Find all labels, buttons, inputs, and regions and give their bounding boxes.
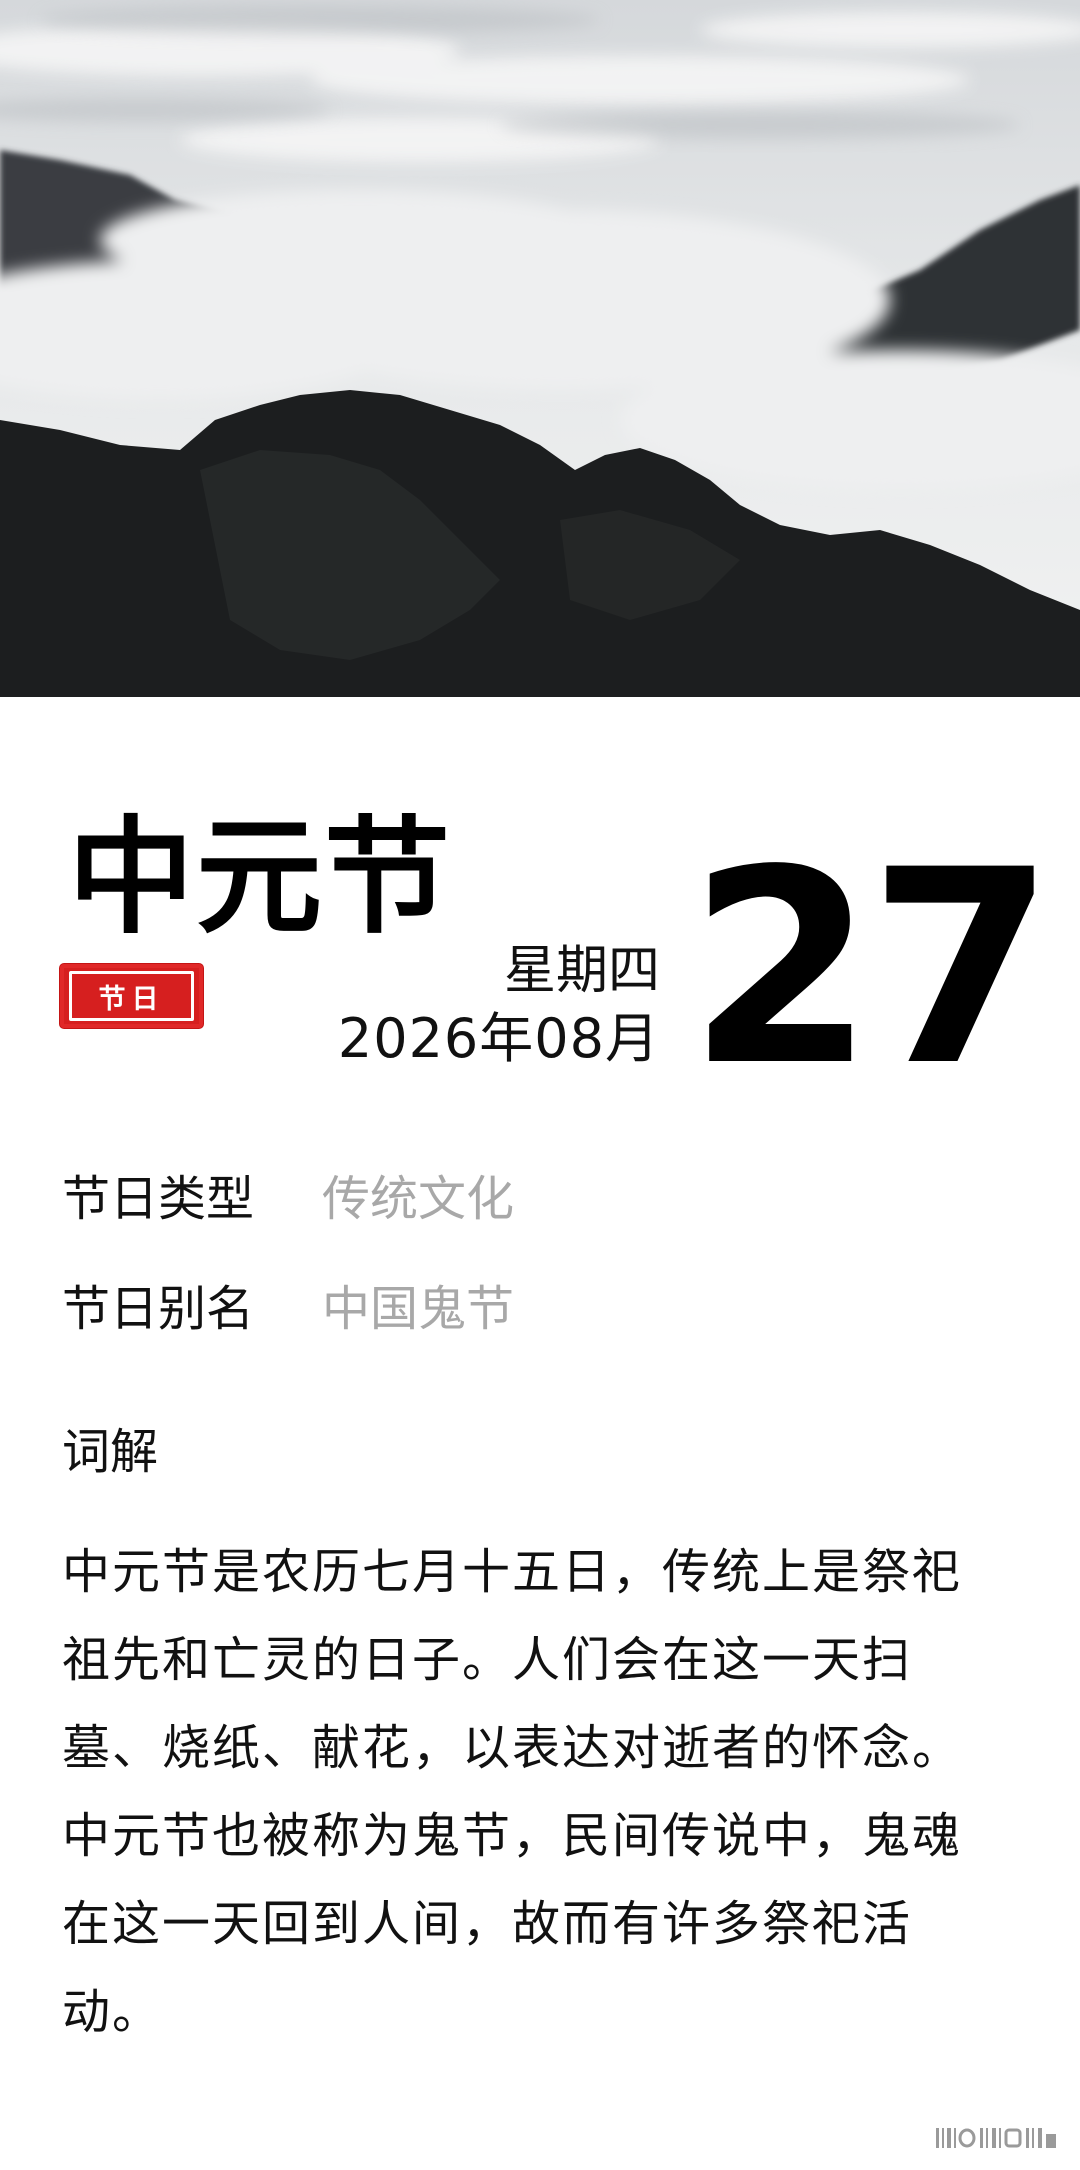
weekday: 星期四 — [503, 941, 660, 1001]
day-number: 27 — [688, 813, 1055, 1125]
festival-name: 中元节 — [68, 804, 452, 951]
year-month: 2026年08月 — [337, 1007, 660, 1070]
explanation-line: 墓、烧纸、献花，以表达对逝者的怀念。 — [62, 1720, 963, 1776]
alias-value: 中国鬼节 — [322, 1281, 515, 1337]
explanation-heading: 词解 — [62, 1424, 159, 1480]
explanation-line: 祖先和亡灵的日子。人们会在这一天扫 — [62, 1632, 913, 1688]
seal-label: 节日 — [98, 983, 165, 1015]
type-label: 节日类型 — [62, 1171, 255, 1227]
alias-label: 节日别名 — [62, 1281, 255, 1337]
explanation-body: 中元节是农历七月十五日，传统上是祭祀 祖先和亡灵的日子。人们会在这一天扫 墓、烧… — [62, 1528, 1022, 2056]
explanation-line: 动。 — [62, 1984, 163, 2040]
explanation-line: 中元节是农历七月十五日，传统上是祭祀 — [62, 1544, 963, 1600]
festival-seal-badge: 节日 — [60, 964, 203, 1028]
hero-landscape-image — [0, 0, 1080, 697]
explanation-line: 中元节也被称为鬼节，民间传说中，鬼魂 — [62, 1808, 963, 1864]
info-row-alias: 节日别名 中国鬼节 — [62, 1285, 514, 1333]
explanation-line: 在这一天回到人间，故而有许多祭祀活 — [62, 1896, 913, 1952]
info-row-type: 节日类型 传统文化 — [62, 1175, 514, 1223]
type-value: 传统文化 — [322, 1171, 515, 1227]
watermark-icon — [936, 2126, 1056, 2154]
